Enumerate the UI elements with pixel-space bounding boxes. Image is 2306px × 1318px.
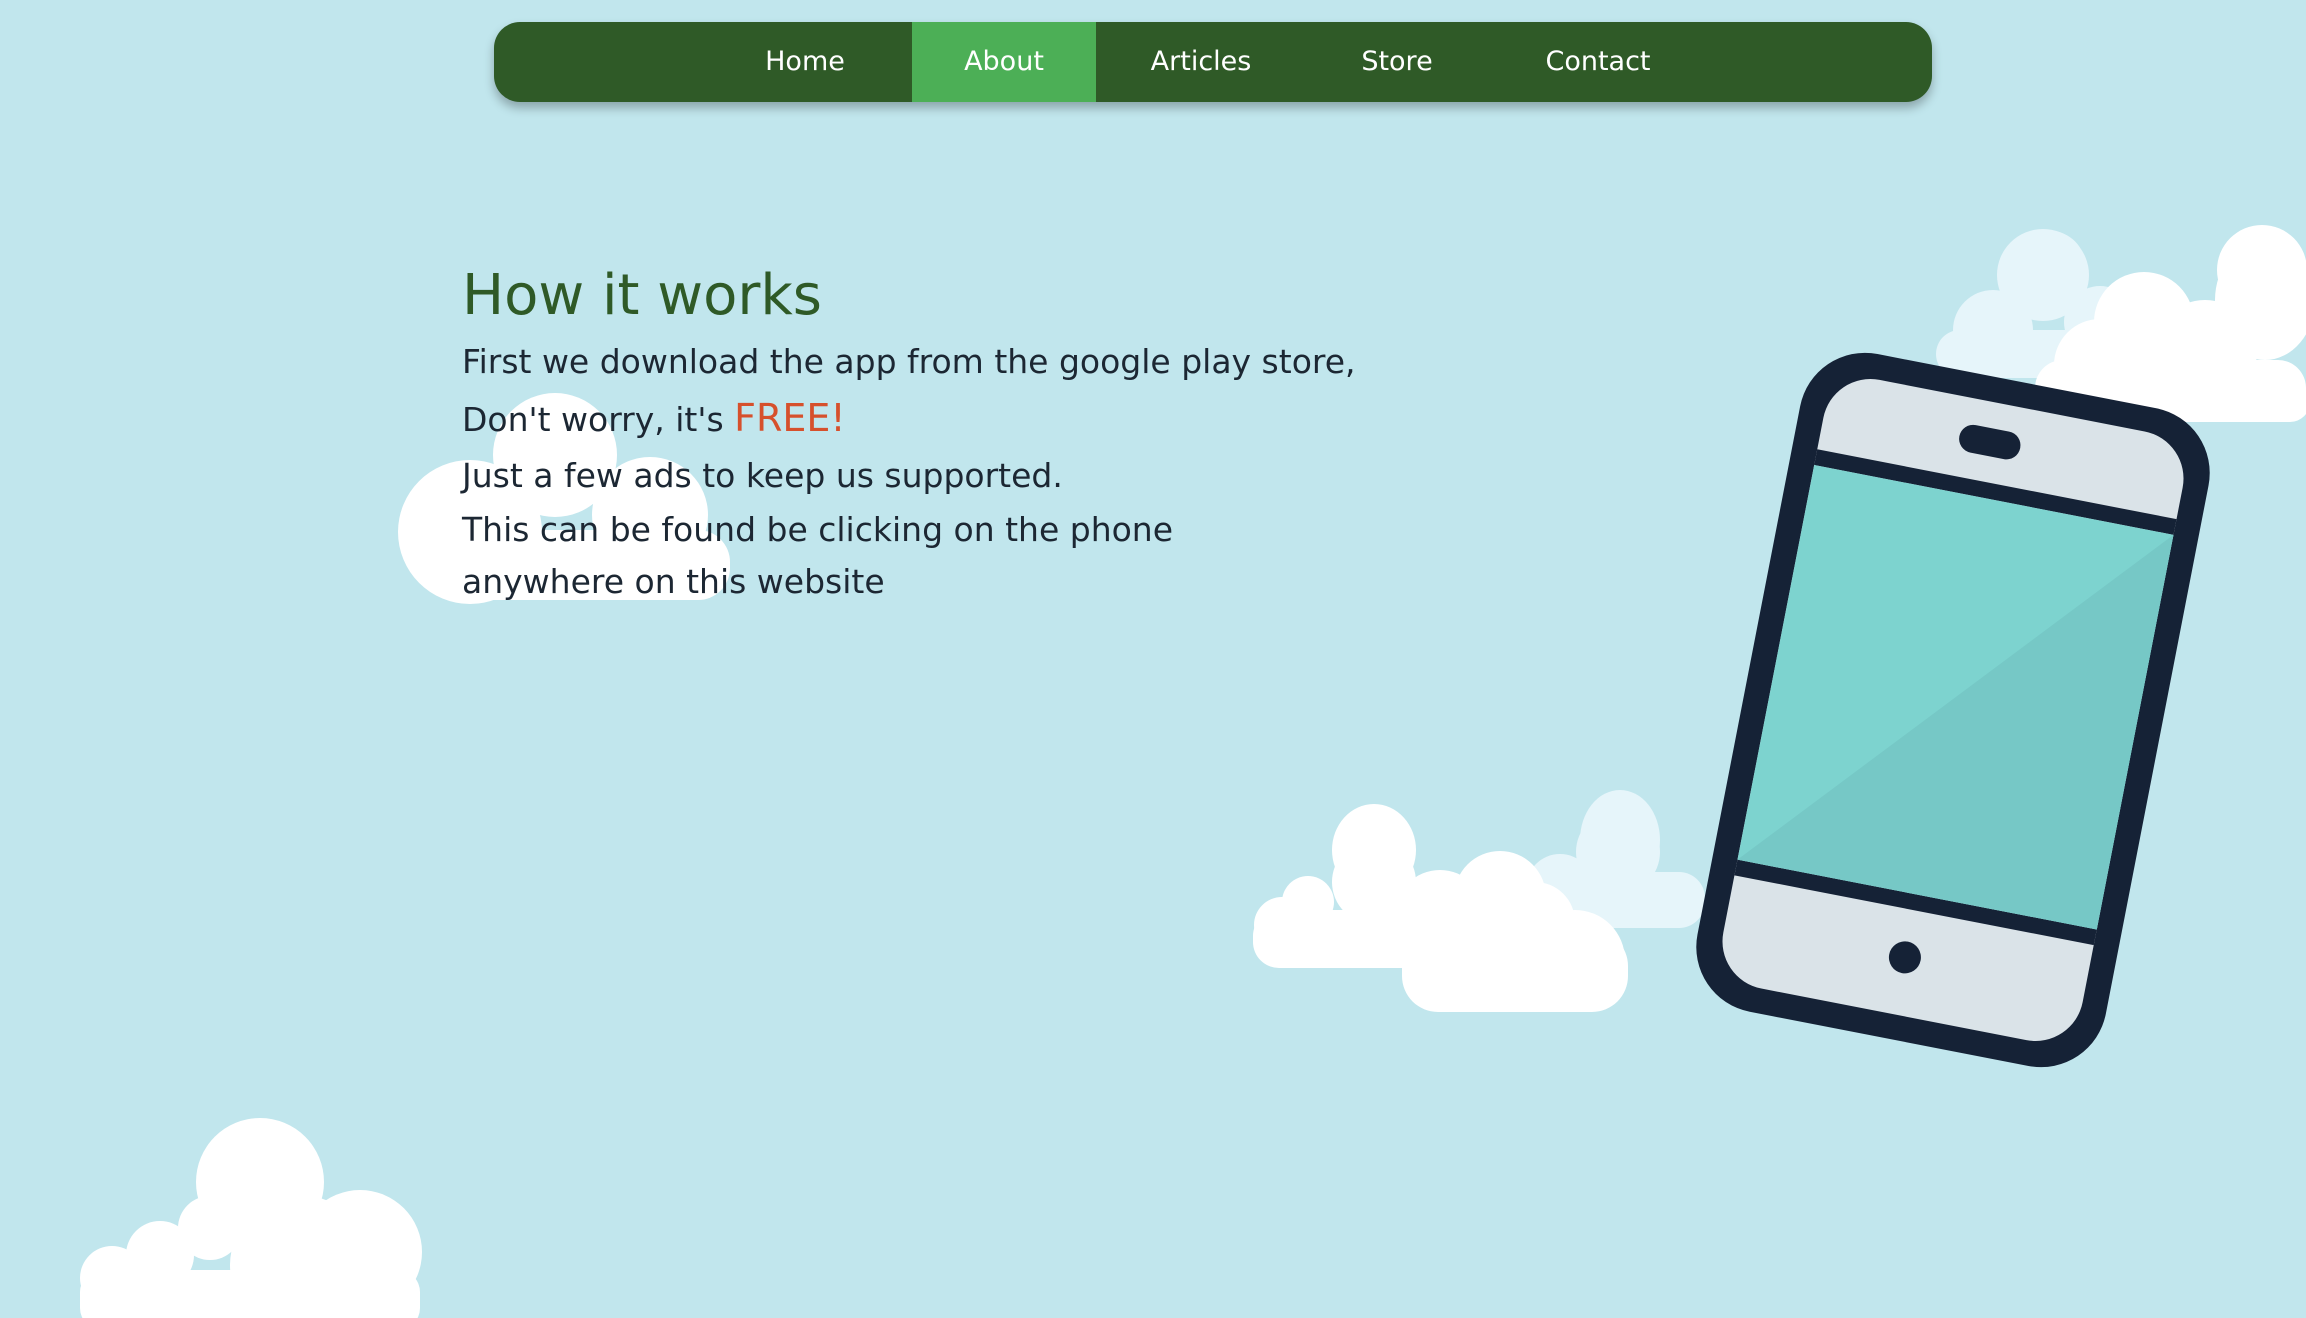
nav-about[interactable]: About (912, 22, 1096, 102)
cloud-icon (1253, 804, 1628, 1012)
nav-articles[interactable]: Articles (1096, 22, 1306, 102)
paragraph-line: Don't worry, it's FREE! (462, 390, 1362, 448)
main-navbar: Home About Articles Store Contact (494, 22, 1932, 102)
nav-store[interactable]: Store (1306, 22, 1488, 102)
nav-home[interactable]: Home (721, 22, 889, 102)
page-title: How it works (462, 263, 822, 328)
cloud-icon (80, 1118, 422, 1318)
paragraph-line: anywhere on this website (462, 562, 885, 601)
how-it-works-section: How it works First we download the app f… (462, 262, 1362, 608)
paragraph-text: Don't worry, it's (462, 400, 735, 439)
paragraph-line: This can be found be clicking on the pho… (462, 510, 1174, 549)
paragraph-line: Just a few ads to keep us supported. (462, 456, 1063, 495)
free-highlight: FREE! (734, 396, 846, 440)
nav-contact[interactable]: Contact (1488, 22, 1708, 102)
paragraph-line: First we download the app from the googl… (462, 342, 1356, 381)
phone-app-link[interactable] (1650, 360, 2170, 1060)
